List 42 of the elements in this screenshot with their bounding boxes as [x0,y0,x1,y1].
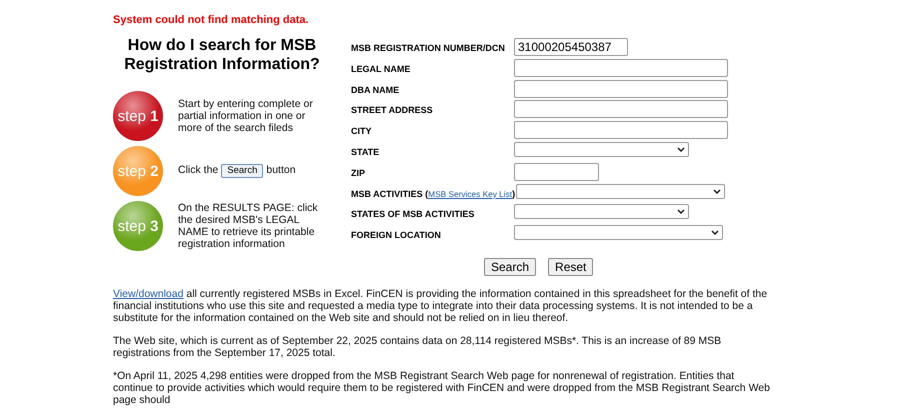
search-button[interactable]: Search [221,164,264,178]
dropdown-field[interactable] [514,225,723,240]
field-label: FOREIGN LOCATION [351,229,441,240]
field-label: ZIP [351,166,366,178]
dropdown-field[interactable] [516,184,726,199]
field-label: CITY [351,125,372,136]
field-label: MSB REGISTRATION NUMBER/DCN [351,42,505,53]
dropdown-field[interactable] [514,204,689,220]
reset-button[interactable]: Reset [548,258,594,276]
field-label: DBA NAME [351,84,400,95]
search-button[interactable]: Search [484,258,536,276]
field-label: STATE [351,146,380,157]
input-field[interactable] [514,100,728,118]
field-label: STATES OF MSB ACTIVITIES [351,208,474,220]
chevron-down-icon [713,188,722,194]
info-paragraph: The Web site, which is current as of September 22, 2025 contains data on 28,114 registered MSBs*. This is an increase of 89 MSB registrations from the September 17, 2025 total. [113,334,722,359]
input-field[interactable] [514,121,728,140]
dropdown-field[interactable] [514,142,689,157]
chevron-down-icon [677,209,685,214]
help-title: How do I search for MSB Registration Information? [123,36,321,74]
info-paragraph: *On April 11, 2025 4,298 entities were dropped from the MSB Registrant Search Web page for nonrenewal of registration. Entities that continue to provide activities which would require them to be registered with FinCEN and were dropped from the MSB Registrant Search Web page should [113,370,771,406]
step-text: On the RESULTS PAGE: click the desired MSB's LEGAL NAME to retrieve its printable registration information [178,202,318,250]
download-link[interactable]: View/download [113,288,184,300]
step-badge: step 1 [113,91,163,141]
services-key-link[interactable]: MSB Services Key List [428,188,512,199]
step-text: Start by entering complete or partial information in one or more of the search fileds [178,98,313,134]
step-text: Click the [178,164,218,176]
field-label: STREET ADDRESS [351,104,433,116]
info-paragraph: View/download all currently registered MSBs in Excel. FinCEN is providing the information contained in this spreadsheet for the benefit of the financial institutions who use this site and requested a media type to integrate into their data processing systems. It is not intended to be a substitute for the information contained on the Web site and should not be relied on in lieu thereof. [113,288,768,324]
input-field[interactable] [514,58,728,77]
input-field[interactable] [514,80,728,98]
step-text: button [266,164,296,176]
input-field[interactable]: 31000205450387 [514,38,628,56]
field-label: MSB ACTIVITIES ( [351,188,428,199]
chevron-down-icon [677,146,685,152]
field-label: ) [512,188,516,199]
chevron-down-icon [711,230,719,236]
input-field[interactable] [514,162,599,181]
step-badge: step 2 [113,146,163,196]
error-message: System could not find matching data. [113,14,310,28]
field-label: LEGAL NAME [351,62,410,74]
step-badge: step 3 [113,201,163,251]
